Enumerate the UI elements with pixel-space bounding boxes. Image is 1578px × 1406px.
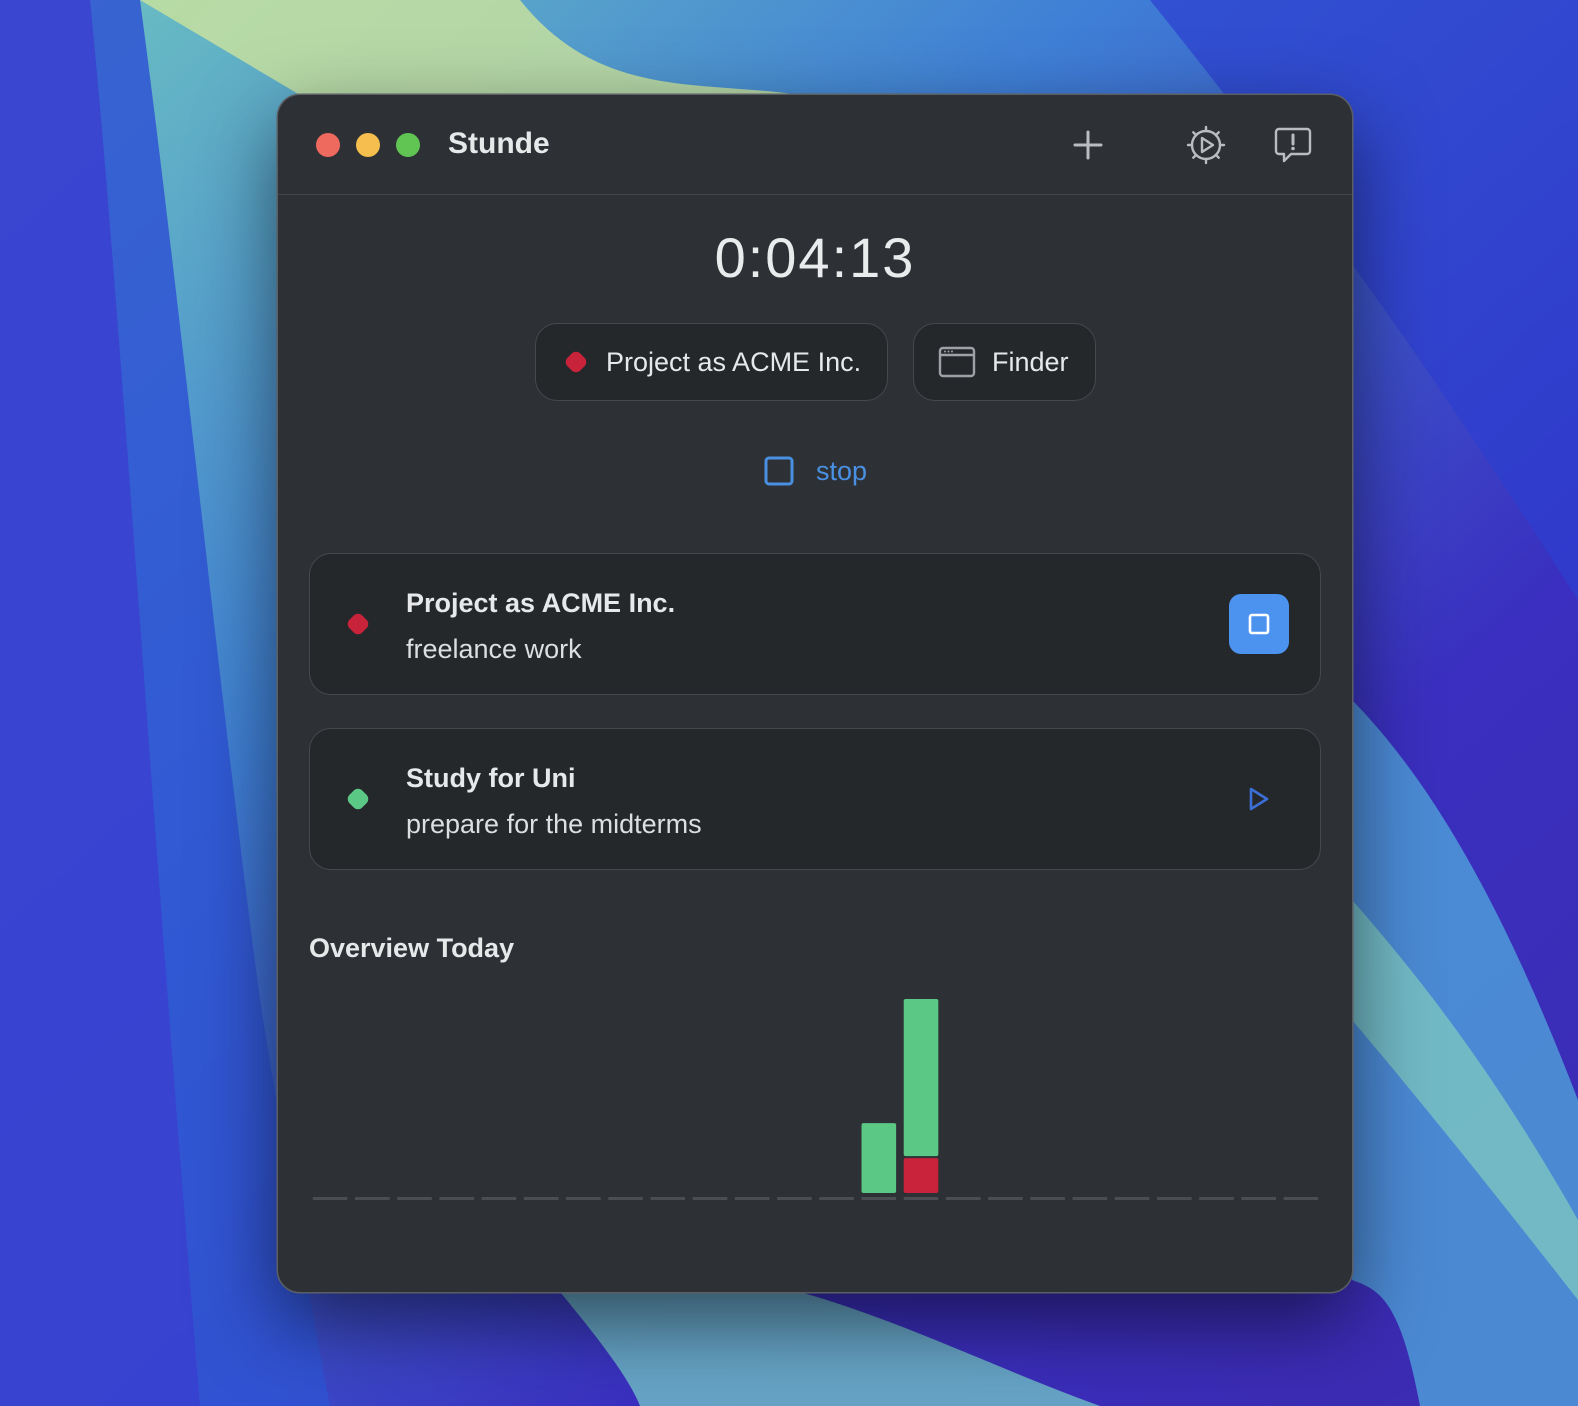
settings-gear-icon[interactable] (1186, 125, 1226, 165)
chart-bar-segment (903, 999, 939, 1157)
hour-slot-baseline (945, 1197, 981, 1200)
hour-slot-baseline (397, 1197, 432, 1200)
hour-slot-baseline (903, 1197, 939, 1200)
hour-slot-baseline (1114, 1197, 1150, 1200)
stop-label: stop (816, 455, 868, 486)
current-app-label: Finder (992, 346, 1069, 377)
project-title: Project as ACME Inc. (406, 588, 676, 618)
hour-slot-baseline (1241, 1197, 1276, 1200)
hour-slot-baseline (481, 1197, 517, 1200)
hour-slot-baseline (1199, 1197, 1234, 1200)
chart-bar-segment (861, 1123, 897, 1193)
start-project-button[interactable] (1240, 781, 1276, 817)
hour-slot-baseline (1283, 1197, 1319, 1200)
hour-slot-baseline (692, 1197, 728, 1200)
plus-icon[interactable] (1068, 125, 1108, 165)
project-card[interactable]: Study for Uni prepare for the midterms (309, 728, 1321, 870)
project-color-icon (347, 613, 369, 635)
stop-square-icon (764, 456, 794, 486)
chart-bar-segment (903, 1158, 939, 1193)
stunde-window: Stunde 0:04:13 Project as ACME Inc. Find… (278, 95, 1352, 1292)
stop-tracking-button[interactable]: stop (764, 453, 867, 489)
hour-slot-baseline (988, 1197, 1023, 1200)
app-title: Stunde (448, 127, 550, 160)
elapsed-timer: 0:04:13 (714, 226, 916, 289)
hour-slot-baseline (650, 1197, 686, 1200)
project-title: Study for Uni (406, 763, 576, 793)
feedback-bubble-icon[interactable] (1273, 125, 1313, 165)
window-icon (938, 346, 976, 378)
hour-slot-baseline (777, 1197, 812, 1200)
current-project-label: Project as ACME Inc. (606, 346, 862, 377)
close-window-button[interactable] (316, 133, 340, 157)
hour-slot-baseline (1156, 1197, 1192, 1200)
play-icon (1249, 787, 1269, 811)
overview-chart (312, 999, 1319, 1200)
stop-icon (1248, 613, 1270, 635)
project-subtitle: prepare for the midterms (406, 809, 702, 839)
overview-title: Overview Today (309, 933, 515, 963)
hour-slot-baseline (734, 1197, 770, 1200)
project-color-icon (565, 351, 587, 373)
project-subtitle: freelance work (406, 634, 582, 664)
hour-slot-baseline (439, 1197, 475, 1200)
zoom-window-button[interactable] (396, 133, 420, 157)
title-bar: Stunde (278, 95, 1352, 195)
hour-slot-baseline (1072, 1197, 1108, 1200)
hour-slot-baseline (1030, 1197, 1065, 1200)
hour-slot-baseline (819, 1197, 854, 1200)
project-card[interactable]: Project as ACME Inc. freelance work (309, 553, 1321, 695)
hour-slot-baseline (523, 1197, 559, 1200)
hour-slot-baseline (312, 1197, 348, 1200)
hour-slot-baseline (608, 1197, 643, 1200)
current-project-chip[interactable]: Project as ACME Inc. (535, 323, 888, 401)
hour-slot-baseline (566, 1197, 601, 1200)
stop-project-button[interactable] (1229, 594, 1289, 654)
current-app-chip[interactable]: Finder (913, 323, 1096, 401)
minimize-window-button[interactable] (356, 133, 380, 157)
hour-slot-baseline (861, 1197, 897, 1200)
hour-slot-baseline (355, 1197, 390, 1200)
project-color-icon (347, 788, 369, 810)
